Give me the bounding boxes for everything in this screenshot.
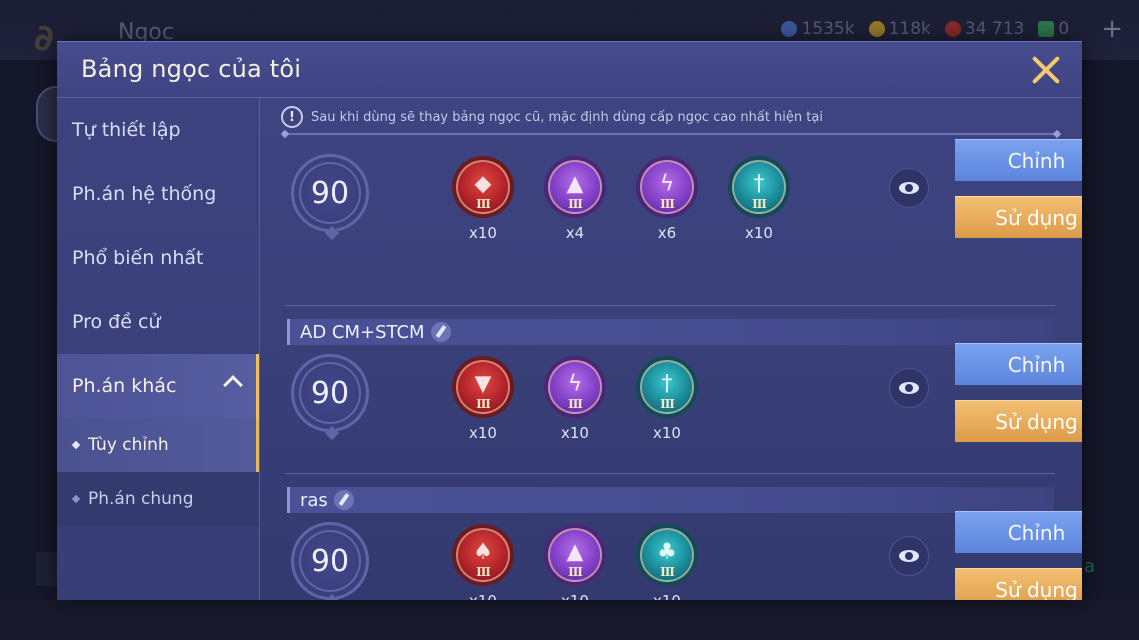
rune-level-badge: 90 <box>291 522 369 600</box>
rune-count: x10 <box>745 224 773 242</box>
sidebar-subitem-shared-plans[interactable]: Ph.án chung <box>57 472 259 526</box>
rune-sets-modal: Bảng ngọc của tôi Tự thiết lập Ph.án hệ … <box>57 41 1082 600</box>
notice: ! Sau khi dùng sẽ thay bảng ngọc cũ, mặc… <box>281 106 823 128</box>
sidebar-subitem-custom[interactable]: Tùy chỉnh <box>57 418 259 472</box>
teal-rune-icon: ♣ III <box>636 524 698 586</box>
red-rune-icon: ◆ III <box>452 156 514 218</box>
sidebar-subitem-label: Ph.án chung <box>88 489 194 509</box>
lightning-rune-icon: ϟ III <box>544 356 606 418</box>
eye-icon <box>899 382 919 394</box>
sidebar-item-label: Ph.án khác <box>72 375 177 397</box>
edit-button[interactable]: Chỉnh <box>955 511 1082 553</box>
set-name: AD CM+STCM <box>300 321 425 343</box>
red-rune-icon: ♠ III <box>452 524 514 586</box>
rune-set-1: 90 ◆ III x10 ▲ III x4 ϟ III x6 † III x10 Chỉ… <box>261 139 1082 258</box>
use-button[interactable]: Sử dụng <box>955 400 1082 442</box>
add-resource-icon[interactable]: + <box>1101 16 1123 42</box>
rune-sets-list: ! Sau khi dùng sẽ thay bảng ngọc cũ, mặc… <box>261 98 1082 600</box>
preview-button[interactable] <box>889 536 929 576</box>
rune-count: x10 <box>469 424 497 442</box>
edit-button[interactable]: Chỉnh <box>955 139 1082 181</box>
modal-header: Bảng ngọc của tôi <box>57 42 1082 98</box>
sidebar-item-label: Tự thiết lập <box>72 119 181 141</box>
sidebar: Tự thiết lập Ph.án hệ thống Phổ biến nhấ… <box>57 98 260 600</box>
resource-blue-gem: 1535k <box>781 19 855 39</box>
set-name: ras <box>300 489 328 511</box>
green-card-icon <box>1038 21 1055 37</box>
use-button[interactable]: Sử dụng <box>955 568 1082 600</box>
set-name-bar: AD CM+STCM <box>287 319 1054 345</box>
sidebar-item-system-plans[interactable]: Ph.án hệ thống <box>57 162 259 226</box>
rune-level-badge: 90 <box>291 354 369 432</box>
set-name-bar: ras <box>287 487 1054 513</box>
pencil-icon[interactable] <box>333 490 354 510</box>
blue-gem-icon <box>781 21 798 37</box>
set-divider <box>285 305 1055 306</box>
sidebar-item-custom-setup[interactable]: Tự thiết lập <box>57 98 259 162</box>
rune-count: x10 <box>561 424 589 442</box>
resource-gold: 118k <box>868 19 931 39</box>
resource-green-card: 0 <box>1038 19 1069 39</box>
rune-set-2: 90 ▼ III x10 ϟ III x10 † III x10 Chỉnh Sử d… <box>261 343 1082 460</box>
rune-count: x10 <box>544 592 606 600</box>
lightning-rune-icon: ϟ III <box>636 156 698 218</box>
edit-button[interactable]: Chỉnh <box>955 343 1082 385</box>
background-footer <box>0 600 1139 640</box>
notice-divider <box>285 133 1057 135</box>
resource-value: 118k <box>888 19 931 39</box>
background-strip <box>36 552 58 586</box>
sword-rune-icon: † III <box>728 156 790 218</box>
sidebar-item-label: Pro đề cử <box>72 311 161 333</box>
resource-value: 1535k <box>801 19 855 39</box>
eye-icon <box>899 550 919 562</box>
sidebar-item-label: Ph.án hệ thống <box>72 183 217 205</box>
pencil-icon[interactable] <box>430 322 451 342</box>
rune-count: x10 <box>636 592 698 600</box>
sword-rune-icon: † III <box>636 356 698 418</box>
set-divider <box>285 473 1055 474</box>
chevron-up-icon <box>223 375 243 395</box>
red-crystal-icon <box>944 21 961 37</box>
close-button[interactable] <box>1030 54 1062 86</box>
purple-rune-icon: ▲ III <box>544 524 606 586</box>
bullet-icon <box>71 494 81 504</box>
rune-count: x10 <box>653 424 681 442</box>
red-rune-icon: ▼ III <box>452 356 514 418</box>
purple-rune-icon: ▲ III <box>544 156 606 218</box>
rune-level-badge: 90 <box>291 154 369 232</box>
sidebar-item-most-popular[interactable]: Phổ biến nhất <box>57 226 259 290</box>
background-right-text: a <box>1084 556 1096 577</box>
preview-button[interactable] <box>889 368 929 408</box>
resource-red-crystal: 34 713 <box>944 19 1025 39</box>
use-button[interactable]: Sử dụng <box>955 196 1082 238</box>
info-icon: ! <box>281 106 303 128</box>
rune-set-3: 90 ♠III x10 ▲III x10 ♣III x10 Chỉnh Sử d… <box>261 511 1082 600</box>
bullet-icon <box>71 440 81 450</box>
sidebar-item-other-plans[interactable]: Ph.án khác <box>57 354 259 418</box>
resource-bar: 1535k 118k 34 713 0 + <box>781 16 1123 42</box>
sidebar-item-label: Phổ biến nhất <box>72 247 204 269</box>
notice-text: Sau khi dùng sẽ thay bảng ngọc cũ, mặc đ… <box>311 109 823 125</box>
sidebar-item-pro-recommended[interactable]: Pro đề cử <box>57 290 259 354</box>
eye-icon <box>899 182 919 194</box>
preview-button[interactable] <box>889 168 929 208</box>
modal-title: Bảng ngọc của tôi <box>81 55 302 83</box>
resource-value: 34 713 <box>964 19 1025 39</box>
rune-count: x6 <box>657 224 677 242</box>
rune-count: x4 <box>565 224 585 242</box>
sidebar-subitem-label: Tùy chỉnh <box>88 435 169 455</box>
resource-value: 0 <box>1058 19 1070 39</box>
gold-coin-icon <box>868 21 885 37</box>
rune-count: x10 <box>452 592 514 600</box>
rune-count: x10 <box>469 224 497 242</box>
